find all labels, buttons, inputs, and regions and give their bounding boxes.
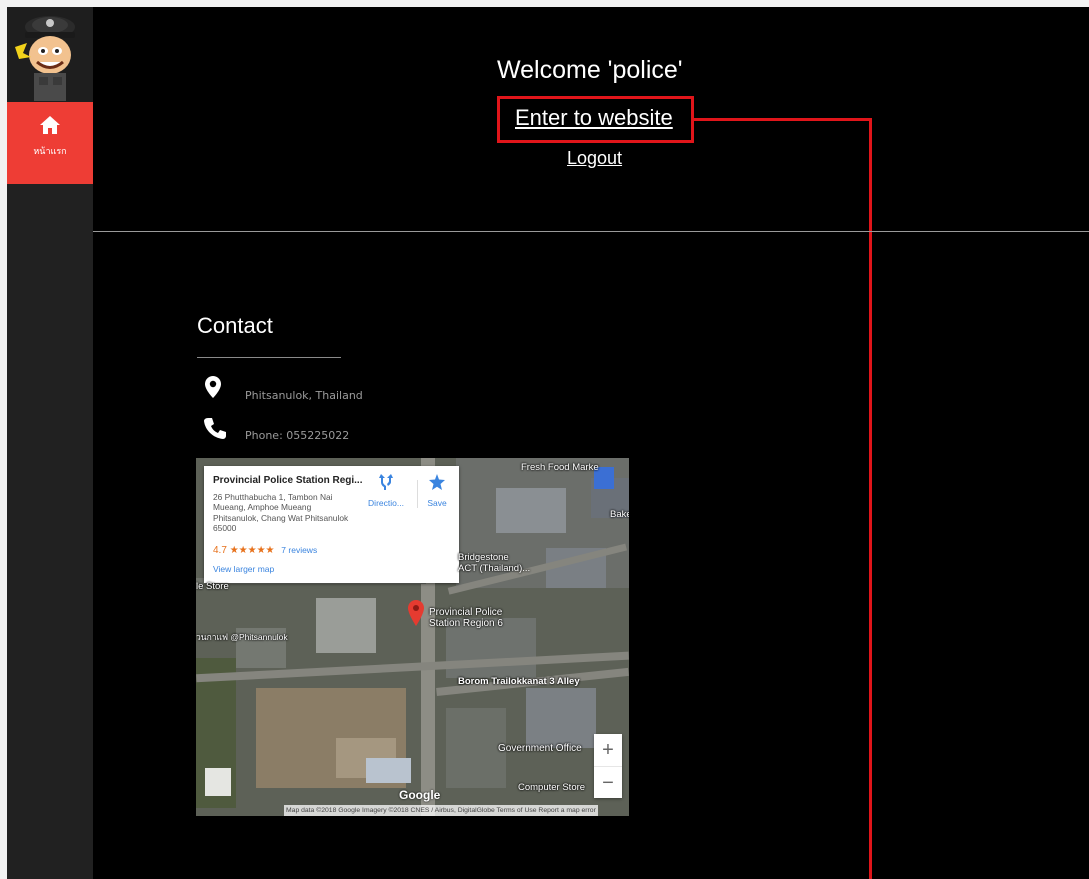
save-label: Save [427,498,447,508]
save-button[interactable]: Save [421,474,453,508]
reviews-link[interactable]: 7 reviews [281,545,317,555]
zoom-control: + − [594,734,622,798]
directions-label: Directio... [368,498,404,508]
sidebar-item-label: หน้าแรก [33,147,67,157]
red-marker-icon[interactable] [408,600,424,626]
map-label-bake: Bake [610,509,629,520]
sidebar-item-home[interactable]: หน้าแรก [7,102,93,184]
directions-icon [379,474,393,490]
logout-link[interactable]: Logout [567,148,622,169]
map-tilt-button[interactable] [205,768,231,796]
card-separator [417,480,418,508]
place-info-card: Provincial Police Station Regi... 26 Phu… [204,466,459,583]
highlight-connector-vertical [869,118,872,879]
page-left-border [0,0,7,879]
highlight-box [497,96,694,143]
map-label-fresh-food: Fresh Food Marke [521,462,599,473]
zoom-out-button[interactable]: − [594,766,622,799]
welcome-heading: Welcome 'police' [497,56,683,84]
page-frame: หน้าแรก Welcome 'police' Enter to websit… [7,7,1089,879]
place-name: Provincial Police Station Regi... [213,475,363,486]
map-label-computer-store: Computer Store [518,782,586,793]
map-attribution[interactable]: Map data ©2018 Google Imagery ©2018 CNES… [284,805,598,816]
rating-value: 4.7 [213,545,227,556]
section-divider [93,231,1089,232]
map-label-alley: Borom Trailokkanat 3 Alley [458,676,580,687]
sidebar: หน้าแรก [7,7,93,879]
zoom-in-button[interactable]: + [594,734,622,766]
contact-phone: Phone: 055225022 [245,429,350,442]
google-logo: Google [399,788,441,802]
map-label-store: le Store [196,581,229,592]
marker-label: Provincial Police Station Region 6 [429,607,503,629]
contact-address: Phitsanulok, Thailand [245,389,363,402]
place-rating: 4.7 ★★★★★ 7 reviews [213,545,317,556]
contact-title: Contact [197,313,273,338]
directions-button[interactable]: Directio... [363,474,409,508]
map-label-bridgestone: Bridgestone ACT (Thailand)... [458,552,531,574]
page-top-border [0,0,1089,7]
embedded-map[interactable]: Provincial Police Station Regi... 26 Phu… [196,458,629,816]
rating-stars: ★★★★★ [229,545,275,556]
view-larger-map-link[interactable]: View larger map [213,564,274,574]
map-label-government-office: Government Office [498,743,582,754]
highlight-connector-horizontal [694,118,872,121]
map-label-phitsanulok: วนกาแฟ @Phitsannulok [196,632,288,642]
map-pin-icon [205,376,221,398]
place-address: 26 Phutthabucha 1, Tambon Nai Mueang, Am… [213,492,349,533]
police-mascot-logo[interactable] [7,7,93,102]
phone-icon [204,418,226,439]
contact-underline [197,357,341,358]
star-icon [429,474,445,490]
home-icon [40,116,60,134]
